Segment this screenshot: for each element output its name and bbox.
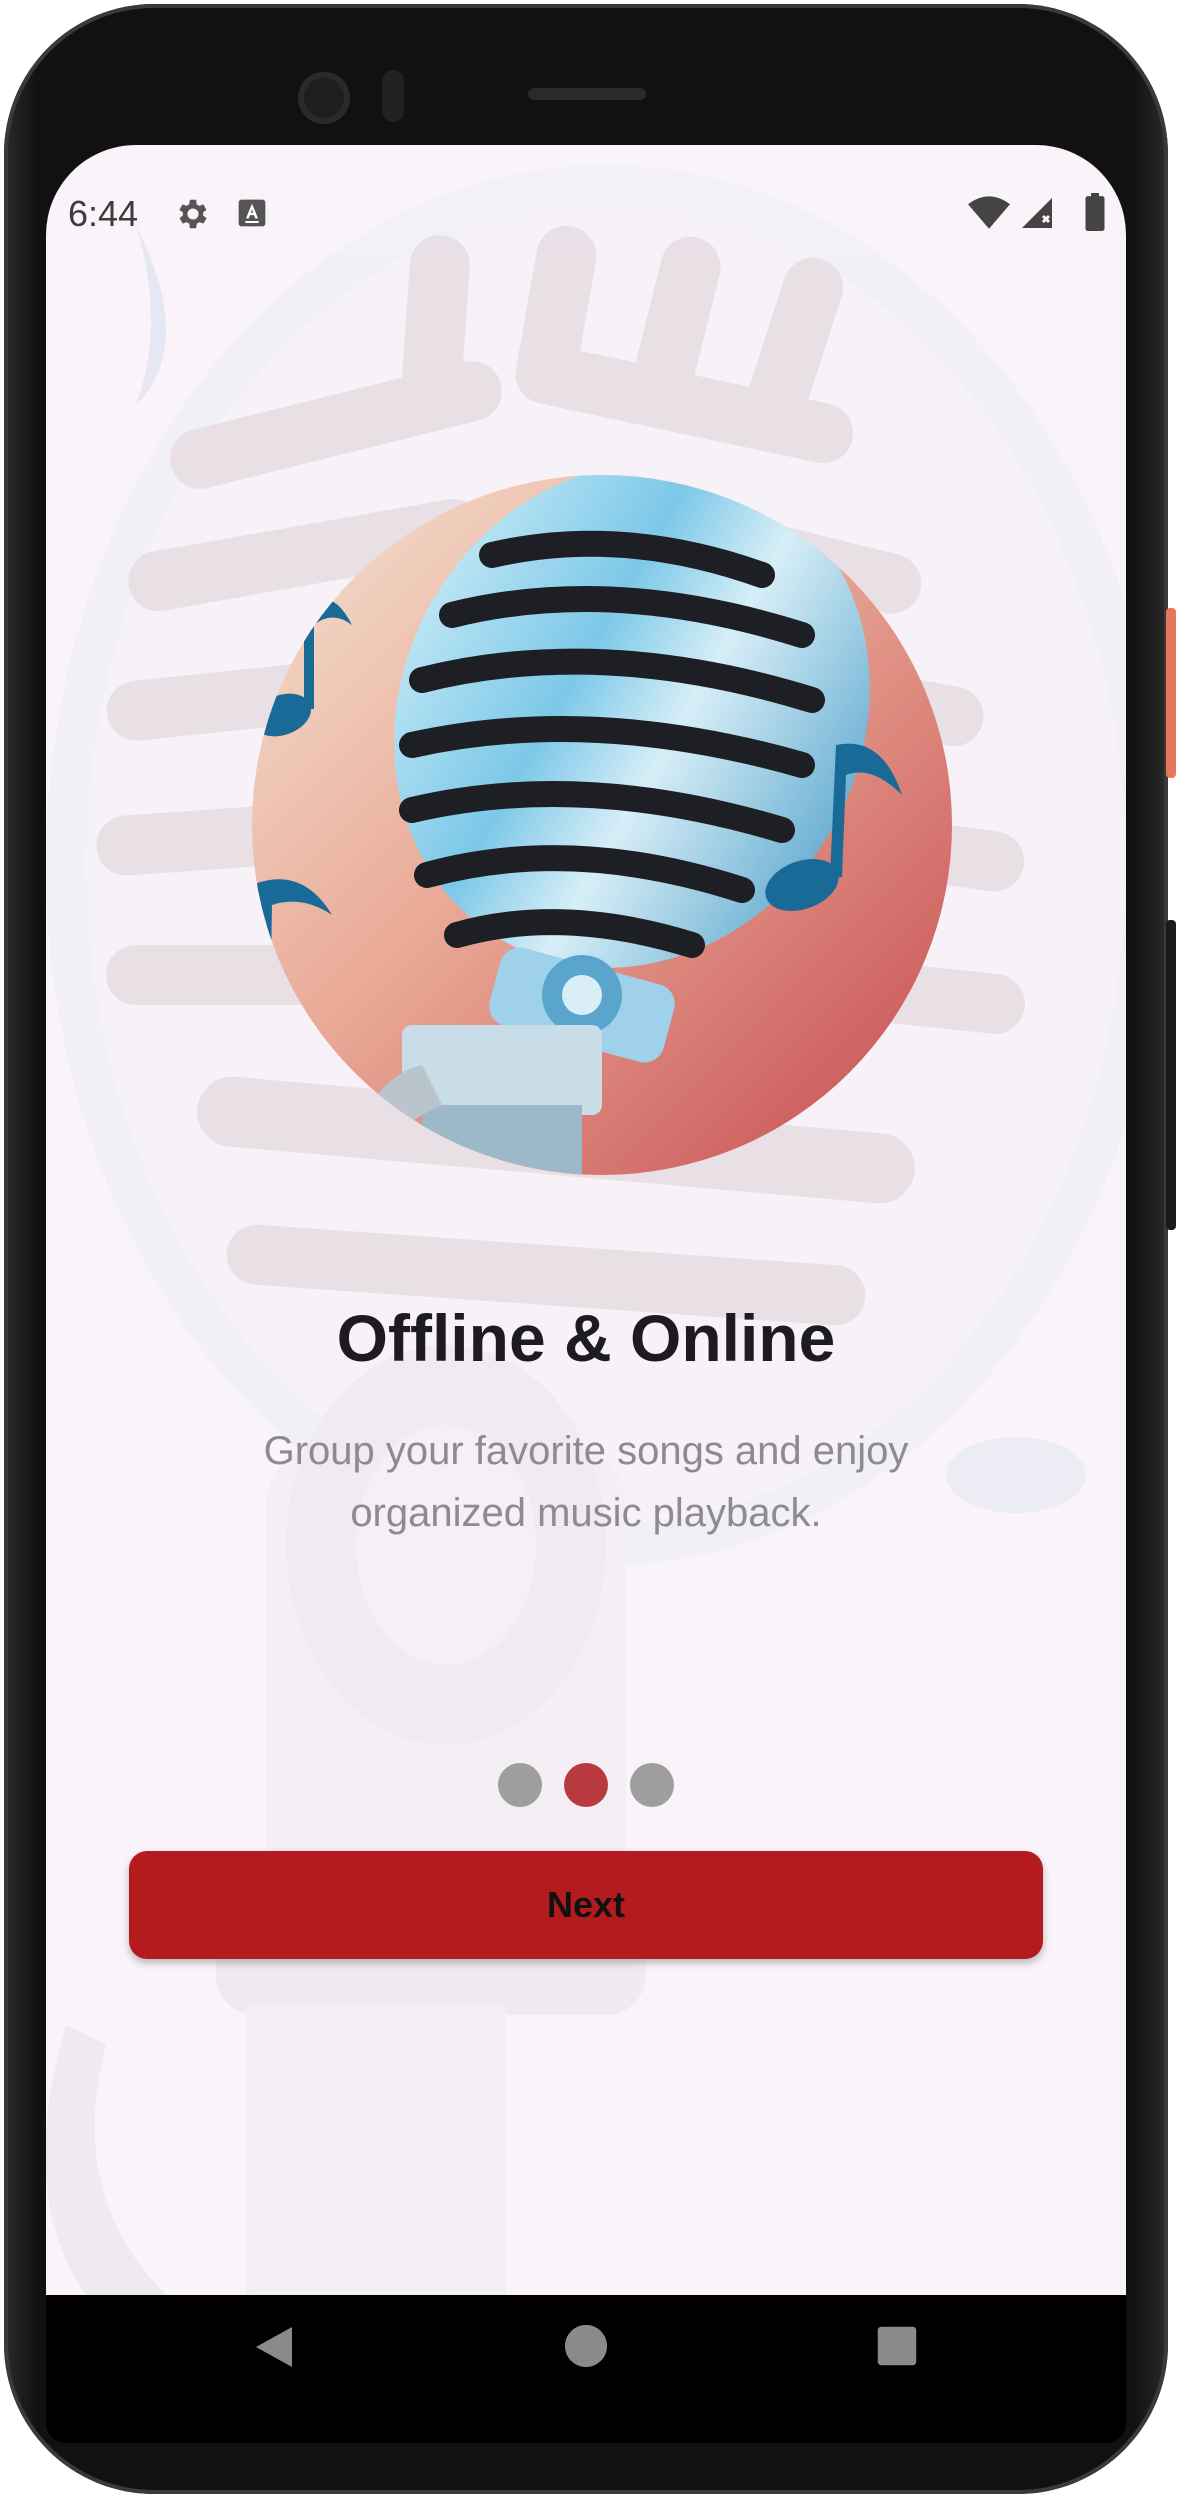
- page-indicator: [46, 1763, 1126, 1807]
- page-dot-3[interactable]: [630, 1763, 674, 1807]
- earpiece: [528, 88, 646, 100]
- signal-icon: [1022, 198, 1052, 228]
- navigation-bar: [46, 2295, 1126, 2423]
- front-camera: [298, 72, 350, 124]
- microphone-hero-illustration: [252, 475, 952, 1175]
- battery-icon: [1085, 193, 1105, 231]
- page-dot-2-active[interactable]: [564, 1763, 608, 1807]
- status-bar: 6:44: [46, 185, 1126, 245]
- page-dot-1[interactable]: [498, 1763, 542, 1807]
- phone-chin: [46, 2423, 1126, 2443]
- back-icon[interactable]: [252, 2323, 296, 2371]
- onboarding-title: Offline & Online: [336, 1301, 836, 1375]
- status-time: 6:44: [68, 193, 139, 234]
- volume-button: [1166, 608, 1176, 778]
- home-icon[interactable]: [563, 2323, 609, 2369]
- sensor: [382, 70, 404, 122]
- power-button: [1166, 920, 1176, 1230]
- screen: 6:44 Offline & Online Group your favorit…: [46, 145, 1126, 2295]
- next-button-label: Next: [546, 1884, 626, 1925]
- recents-icon[interactable]: [876, 2325, 918, 2367]
- gear-icon: [179, 199, 207, 229]
- next-button[interactable]: Next: [129, 1851, 1043, 1959]
- phone-frame: 6:44 Offline & Online Group your favorit…: [0, 0, 1178, 2498]
- onboarding-subtitle: Group your favorite songs and enjoy orga…: [263, 1429, 909, 1535]
- wifi-icon: [968, 196, 1010, 229]
- keyboard-a-icon: [238, 199, 266, 227]
